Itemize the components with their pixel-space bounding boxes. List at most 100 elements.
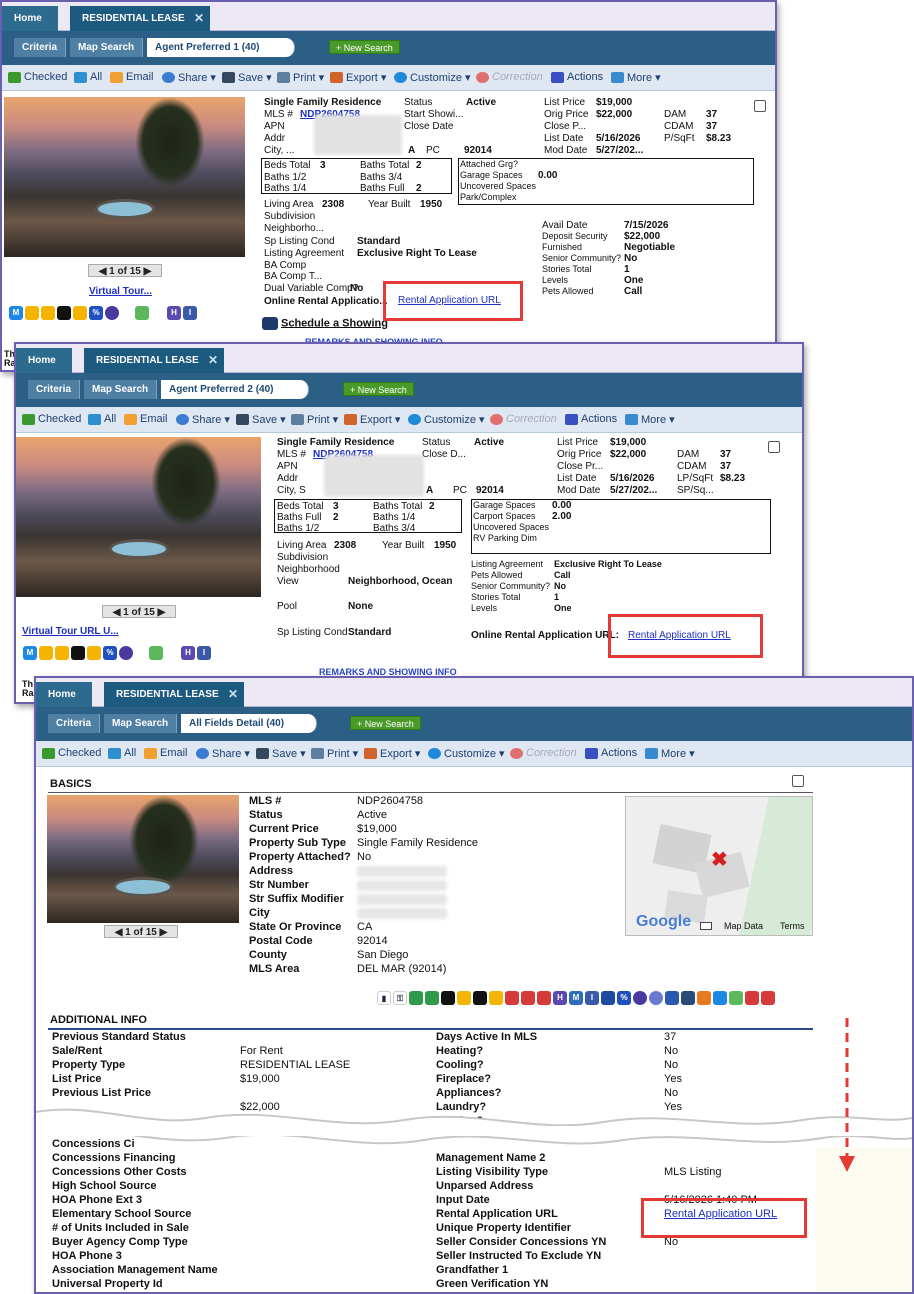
- email-button[interactable]: Email: [110, 71, 154, 83]
- listing-photo[interactable]: [4, 97, 245, 257]
- check-icon[interactable]: [601, 991, 615, 1005]
- i-icon[interactable]: I: [197, 646, 211, 660]
- customize-button[interactable]: Customize ▾: [408, 413, 485, 426]
- export-button[interactable]: Export ▾: [344, 413, 400, 426]
- globe-icon[interactable]: [649, 991, 663, 1005]
- map-marker-icon[interactable]: ✖: [711, 847, 728, 872]
- export-button[interactable]: Export ▾: [364, 747, 420, 760]
- car-icon[interactable]: [55, 646, 69, 660]
- print-button[interactable]: Print ▾: [277, 71, 324, 84]
- keyboard-icon[interactable]: [700, 922, 712, 930]
- location-map[interactable]: ✖ Google Map Data Terms: [625, 796, 813, 936]
- photo-icon[interactable]: [681, 991, 695, 1005]
- walk-icon[interactable]: [149, 646, 163, 660]
- tab-residential-lease[interactable]: RESIDENTIAL LEASE ✕: [84, 348, 224, 373]
- new-search-button[interactable]: + New Search: [343, 382, 414, 396]
- criteria-button[interactable]: Criteria: [28, 380, 81, 399]
- i-icon[interactable]: I: [183, 306, 197, 320]
- share-button[interactable]: Share ▾: [176, 413, 230, 426]
- badge-icon[interactable]: [105, 306, 119, 320]
- tab-residential-lease[interactable]: RESIDENTIAL LEASE ✕: [104, 682, 244, 707]
- car-icon[interactable]: [41, 306, 55, 320]
- h-icon[interactable]: H: [553, 991, 567, 1005]
- email-button[interactable]: Email: [144, 747, 188, 759]
- print-button[interactable]: Print ▾: [311, 747, 358, 760]
- badge-icon[interactable]: [119, 646, 133, 660]
- actions-button[interactable]: Actions: [585, 747, 637, 759]
- badge-icon[interactable]: [633, 991, 647, 1005]
- report-select[interactable]: All Fields Detail (40): [181, 714, 317, 733]
- tab-home[interactable]: Home: [36, 682, 92, 707]
- car-icon[interactable]: [489, 991, 503, 1005]
- export-button[interactable]: Export ▾: [330, 71, 386, 84]
- tree-icon[interactable]: [425, 991, 439, 1005]
- h-icon[interactable]: H: [181, 646, 195, 660]
- car-icon[interactable]: [457, 991, 471, 1005]
- criteria-button[interactable]: Criteria: [48, 714, 101, 733]
- all-button[interactable]: All: [88, 413, 116, 425]
- house-icon[interactable]: [537, 991, 551, 1005]
- car-icon[interactable]: [73, 306, 87, 320]
- tab-home[interactable]: Home: [16, 348, 72, 373]
- percent-icon[interactable]: %: [617, 991, 631, 1005]
- walk-icon[interactable]: [729, 991, 743, 1005]
- select-checkbox[interactable]: [792, 775, 804, 787]
- house-icon[interactable]: [521, 991, 535, 1005]
- schedule-showing-link[interactable]: Schedule a Showing: [262, 317, 388, 330]
- correction-button[interactable]: Correction: [510, 747, 577, 759]
- select-checkbox[interactable]: [754, 100, 766, 112]
- car-icon[interactable]: [39, 646, 53, 660]
- more-button[interactable]: More ▾: [645, 747, 695, 760]
- photo-pager[interactable]: ◀ 1 of 15 ▶: [88, 264, 162, 277]
- chart-icon[interactable]: ▮: [377, 991, 391, 1005]
- close-icon[interactable]: ✕: [228, 682, 238, 707]
- house-icon[interactable]: [745, 991, 759, 1005]
- report-select[interactable]: Agent Preferred 2 (40): [161, 380, 309, 399]
- tree-icon[interactable]: [409, 991, 423, 1005]
- car-icon[interactable]: [25, 306, 39, 320]
- map-data-label[interactable]: Map Data: [724, 921, 763, 931]
- save-button[interactable]: Save ▾: [256, 747, 306, 760]
- percent-icon[interactable]: %: [103, 646, 117, 660]
- m-icon[interactable]: M: [569, 991, 583, 1005]
- fire-icon[interactable]: [697, 991, 711, 1005]
- virtual-tour-link[interactable]: Virtual Tour...: [89, 286, 152, 297]
- lock-icon[interactable]: ⚿: [393, 991, 407, 1005]
- h-icon[interactable]: H: [167, 306, 181, 320]
- percent-icon[interactable]: %: [89, 306, 103, 320]
- email-button[interactable]: Email: [124, 413, 168, 425]
- customize-button[interactable]: Customize ▾: [394, 71, 471, 84]
- criteria-button[interactable]: Criteria: [14, 38, 67, 57]
- more-button[interactable]: More ▾: [611, 71, 661, 84]
- photo-pager[interactable]: ◀ 1 of 15 ▶: [104, 925, 178, 938]
- m-icon[interactable]: M: [9, 306, 23, 320]
- tab-residential-lease[interactable]: RESIDENTIAL LEASE ✕: [70, 6, 210, 31]
- all-button[interactable]: All: [74, 71, 102, 83]
- car-icon[interactable]: [473, 991, 487, 1005]
- close-icon[interactable]: ✕: [208, 348, 218, 373]
- map-search-button[interactable]: Map Search: [104, 714, 178, 733]
- customize-button[interactable]: Customize ▾: [428, 747, 505, 760]
- car-icon[interactable]: [441, 991, 455, 1005]
- map-terms-link[interactable]: Terms: [780, 921, 805, 931]
- save-button[interactable]: Save ▾: [236, 413, 286, 426]
- save-button[interactable]: Save ▾: [222, 71, 272, 84]
- close-icon[interactable]: ✕: [194, 6, 204, 31]
- house-icon[interactable]: [761, 991, 775, 1005]
- actions-button[interactable]: Actions: [551, 71, 603, 83]
- new-search-button[interactable]: + New Search: [329, 40, 400, 54]
- listing-photo[interactable]: [16, 437, 261, 597]
- checked-button[interactable]: Checked: [42, 747, 101, 759]
- virtual-tour-link[interactable]: Virtual Tour URL U...: [22, 626, 119, 637]
- i-icon[interactable]: I: [585, 991, 599, 1005]
- map-search-button[interactable]: Map Search: [70, 38, 144, 57]
- tab-home[interactable]: Home: [2, 6, 58, 31]
- house-icon[interactable]: [505, 991, 519, 1005]
- share-button[interactable]: Share ▾: [162, 71, 216, 84]
- all-button[interactable]: All: [108, 747, 136, 759]
- document-icon[interactable]: [665, 991, 679, 1005]
- share-button[interactable]: Share ▾: [196, 747, 250, 760]
- more-button[interactable]: More ▾: [625, 413, 675, 426]
- solar-icon[interactable]: [713, 991, 727, 1005]
- print-button[interactable]: Print ▾: [291, 413, 338, 426]
